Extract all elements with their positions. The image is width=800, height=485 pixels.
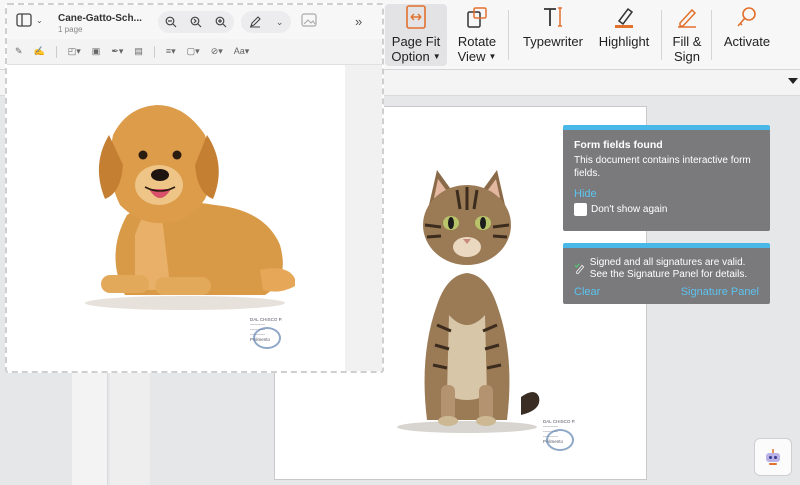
signature-valid-icon <box>574 263 585 274</box>
text-style-icon[interactable]: Aa▾ <box>234 46 250 57</box>
stamp-seal <box>253 327 281 349</box>
divider <box>153 45 155 58</box>
expand-triangle-icon[interactable] <box>788 78 798 84</box>
dont-show-again-checkbox[interactable] <box>574 203 587 216</box>
dont-show-again-row[interactable]: Don't show again <box>574 203 759 216</box>
clear-link[interactable]: Clear <box>574 286 600 298</box>
page-fit-label-2: Option <box>391 49 430 64</box>
border-color-icon[interactable]: ▢▾ <box>187 46 200 57</box>
fill-sign-icon <box>674 4 700 30</box>
text-box-icon[interactable]: ▣ <box>92 46 101 57</box>
document-page-count: 1 page <box>58 25 83 34</box>
toolbar-divider <box>711 10 712 60</box>
signature-stamp: DAL CHISCO P. ---------- ---------- ----… <box>250 317 288 351</box>
page-fit-label-1: Page Fit <box>391 34 441 49</box>
line-style-icon[interactable]: ≡▾ <box>166 46 176 57</box>
hide-link[interactable]: Hide <box>574 188 759 200</box>
typewriter-label: Typewriter <box>523 34 583 49</box>
signature-status-text: Signed and all signatures are valid. See… <box>589 257 748 280</box>
chevron-down-icon[interactable]: ⌄ <box>276 17 284 28</box>
preview-page: DAL CHISCO P. ---------- ---------- ----… <box>7 65 382 371</box>
preview-scroll-area[interactable] <box>345 65 382 371</box>
divider <box>55 45 57 58</box>
toolbar-divider <box>508 10 509 60</box>
markup-tool-group: ⌄ <box>241 11 291 33</box>
sidebar-toggle-button[interactable]: ⌄ <box>16 13 43 27</box>
page-fit-option-button[interactable]: Page Fit Option ▼ <box>385 4 447 66</box>
assistant-button[interactable] <box>754 438 792 476</box>
page-fit-icon <box>403 4 429 30</box>
chevron-down-icon: ⌄ <box>36 15 43 25</box>
dog-image <box>85 105 295 310</box>
fill-color-icon[interactable]: ⊘▾ <box>211 46 223 57</box>
stamp-seal <box>546 429 574 451</box>
signature-notification: Signed and all signatures are valid. See… <box>563 243 770 304</box>
sidebar-icon <box>16 13 32 27</box>
form-fields-notification: Form fields found This document contains… <box>563 125 770 231</box>
zoom-out-icon[interactable] <box>165 16 177 28</box>
image-button[interactable] <box>301 13 317 32</box>
fill-sign-label-1: Fill & <box>672 34 702 49</box>
image-icon <box>301 13 317 27</box>
preview-header: ⌄ Cane-Gatto-Sch... 1 page ⌄ » <box>7 5 382 39</box>
typewriter-button[interactable]: Typewriter <box>518 4 588 66</box>
chevron-down-icon: ▼ <box>432 52 441 61</box>
typewriter-icon <box>540 4 566 30</box>
zoom-fit-icon[interactable] <box>190 16 202 28</box>
sign-icon[interactable]: ✒▾ <box>111 46 123 57</box>
markup-toolbar: ✎ ✍ ◰▾ ▣ ✒▾ ▤ ≡▾ ▢▾ ⊘▾ Aa▾ <box>7 39 382 65</box>
shapes-icon[interactable]: ◰▾ <box>68 46 81 57</box>
pen-icon[interactable] <box>249 16 261 28</box>
rotate-label-2: View <box>457 49 486 64</box>
chevron-down-icon: ▼ <box>488 52 497 61</box>
draw-icon[interactable]: ✍ <box>34 46 45 57</box>
preview-window: ⌄ Cane-Gatto-Sch... 1 page ⌄ » ✎ ✍ ◰▾ ▣ … <box>5 3 384 373</box>
signature-stamp: DAL CHISCO P. ---------- ---------- ----… <box>543 419 581 453</box>
fill-sign-button[interactable]: Fill & Sign <box>668 4 706 66</box>
highlight-label: Highlight <box>598 34 650 49</box>
assistant-icon <box>766 449 780 465</box>
highlight-icon <box>611 4 637 30</box>
dont-show-again-label: Don't show again <box>591 204 668 215</box>
document-title: Cane-Gatto-Sch... <box>58 13 142 24</box>
cat-image <box>397 170 540 433</box>
more-tools-icon[interactable]: » <box>355 14 362 29</box>
rotate-label-1: Rotate <box>457 34 497 49</box>
note-icon[interactable]: ▤ <box>134 46 143 57</box>
notification-title: Form fields found <box>574 139 663 151</box>
signature-panel-link[interactable]: Signature Panel <box>681 286 759 298</box>
rotate-view-icon <box>464 4 490 30</box>
sketch-icon[interactable]: ✎ <box>15 46 23 57</box>
fill-sign-label-2: Sign <box>673 49 700 64</box>
highlight-button[interactable]: Highlight <box>596 4 652 66</box>
activate-button[interactable]: Activate <box>722 4 772 66</box>
activate-label: Activate <box>723 34 771 49</box>
zoom-in-icon[interactable] <box>215 16 227 28</box>
zoom-controls <box>158 11 234 33</box>
rotate-view-button[interactable]: Rotate View ▼ <box>452 4 502 66</box>
toolbar-divider <box>661 10 662 60</box>
notification-body: This document contains interactive form … <box>574 155 751 179</box>
activate-icon <box>734 4 760 30</box>
